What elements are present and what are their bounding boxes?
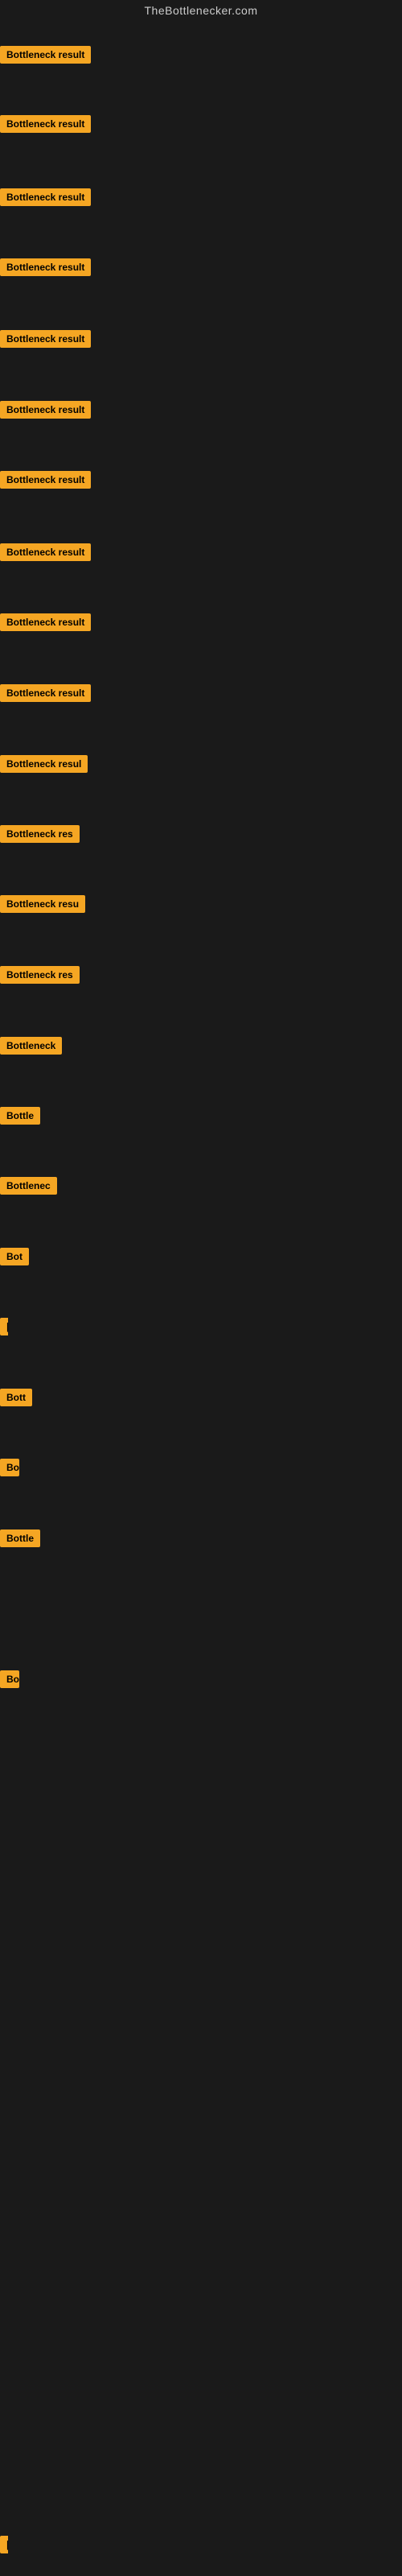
badge-label-1: Bottleneck result [0, 46, 91, 64]
badge-label-18: Bot [0, 1248, 29, 1265]
bottleneck-badge-2: Bottleneck result [0, 115, 91, 137]
bottleneck-badge-7: Bottleneck result [0, 471, 91, 493]
bottleneck-badge-5: Bottleneck result [0, 330, 91, 352]
bottleneck-badge-18: Bot [0, 1248, 29, 1269]
badge-label-10: Bottleneck result [0, 684, 91, 702]
bottleneck-badge-4: Bottleneck result [0, 258, 91, 280]
bottleneck-badge-17: Bottlenec [0, 1177, 57, 1199]
badge-label-17: Bottlenec [0, 1177, 57, 1195]
badge-label-22: Bottle [0, 1530, 40, 1547]
bottleneck-badge-8: Bottleneck result [0, 543, 91, 565]
badge-label-24: Bo [0, 1670, 19, 1688]
badge-label-12: Bottleneck res [0, 825, 80, 843]
badges-container: Bottleneck result Bottleneck result Bottle… [0, 0, 402, 2576]
bottleneck-badge-20: Bott [0, 1389, 32, 1410]
bottleneck-badge-3: Bottleneck result [0, 188, 91, 210]
bottleneck-badge-10: Bottleneck result [0, 684, 91, 706]
bottleneck-badge-24: Bo [0, 1670, 19, 1692]
badge-label-16: Bottle [0, 1107, 40, 1125]
badge-label-15: Bottleneck [0, 1037, 62, 1055]
bottleneck-badge-19: | [0, 1318, 8, 1340]
badge-label-4: Bottleneck result [0, 258, 91, 276]
bottleneck-badge-21: Bo [0, 1459, 19, 1480]
bottleneck-badge-9: Bottleneck result [0, 613, 91, 635]
badge-label-14: Bottleneck res [0, 966, 80, 984]
bottleneck-badge-12: Bottleneck res [0, 825, 80, 847]
bottleneck-badge-11: Bottleneck resul [0, 755, 88, 777]
badge-label-21: Bo [0, 1459, 19, 1476]
badge-label-33: | [0, 2536, 8, 2553]
badge-label-13: Bottleneck resu [0, 895, 85, 913]
bottleneck-badge-13: Bottleneck resu [0, 895, 85, 917]
bottleneck-badge-33: | [0, 2536, 8, 2557]
badge-label-8: Bottleneck result [0, 543, 91, 561]
badge-label-2: Bottleneck result [0, 115, 91, 133]
badge-label-5: Bottleneck result [0, 330, 91, 348]
badge-label-11: Bottleneck resul [0, 755, 88, 773]
bottleneck-badge-6: Bottleneck result [0, 401, 91, 423]
badge-label-19: | [0, 1318, 8, 1335]
badge-label-7: Bottleneck result [0, 471, 91, 489]
badge-label-3: Bottleneck result [0, 188, 91, 206]
bottleneck-badge-1: Bottleneck result [0, 46, 91, 68]
bottleneck-badge-16: Bottle [0, 1107, 40, 1129]
badge-label-6: Bottleneck result [0, 401, 91, 419]
bottleneck-badge-15: Bottleneck [0, 1037, 62, 1059]
bottleneck-badge-22: Bottle [0, 1530, 40, 1551]
badge-label-20: Bott [0, 1389, 32, 1406]
badge-label-9: Bottleneck result [0, 613, 91, 631]
bottleneck-badge-14: Bottleneck res [0, 966, 80, 988]
